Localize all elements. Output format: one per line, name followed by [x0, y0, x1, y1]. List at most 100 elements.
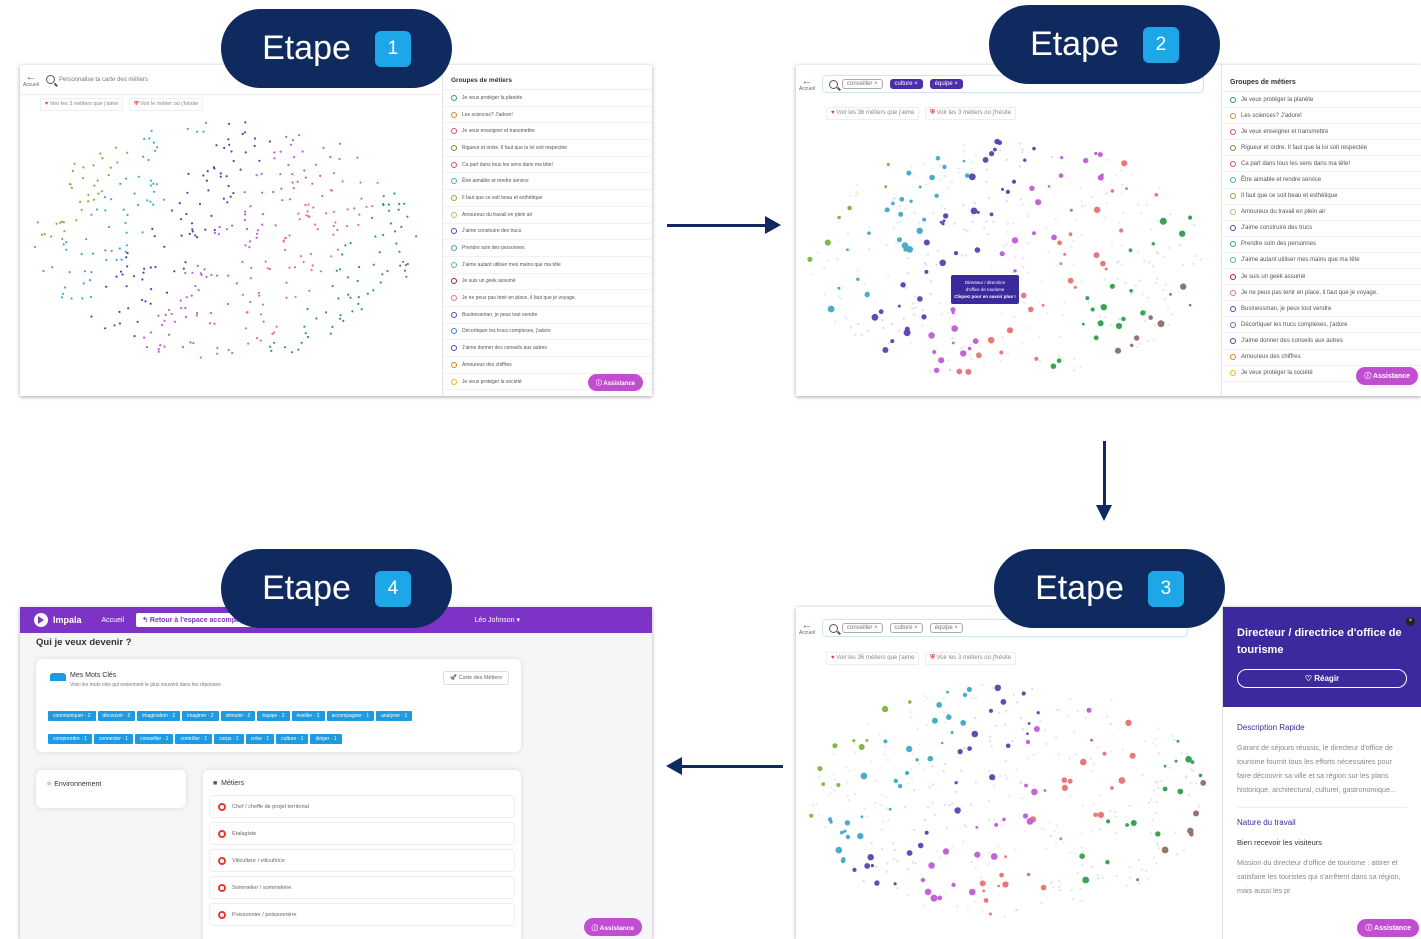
job-dot[interactable] [118, 322, 121, 325]
job-dot[interactable] [253, 144, 256, 148]
keyword-chip[interactable]: créer · 1 [245, 734, 275, 744]
job-dot[interactable] [1152, 339, 1155, 342]
job-dot[interactable] [936, 702, 943, 708]
job-dot[interactable] [973, 201, 976, 205]
job-dot[interactable] [1052, 886, 1055, 889]
job-dot[interactable] [943, 174, 946, 178]
job-dot[interactable] [807, 256, 813, 262]
job-dot[interactable] [1106, 819, 1111, 824]
job-dot[interactable] [1063, 252, 1067, 256]
job-dot[interactable] [1180, 283, 1187, 290]
job-row[interactable]: Viticulteur / viticultrice [209, 849, 515, 872]
job-dot[interactable] [266, 267, 269, 270]
job-dot[interactable] [1068, 232, 1073, 237]
job-dot[interactable] [988, 912, 992, 916]
job-dot[interactable] [1152, 741, 1155, 744]
job-dot[interactable] [81, 297, 84, 300]
job-dot[interactable] [173, 320, 177, 323]
job-dot[interactable] [137, 175, 140, 178]
job-dot[interactable] [1101, 323, 1104, 326]
job-dot[interactable] [959, 347, 963, 350]
job-dot[interactable] [1120, 183, 1124, 187]
job-dot[interactable] [1069, 208, 1073, 212]
job-dot[interactable] [1129, 752, 1136, 759]
job-dot[interactable] [1035, 199, 1042, 206]
job-dot[interactable] [65, 241, 68, 244]
job-dot[interactable] [897, 329, 901, 332]
job-dot[interactable] [1005, 777, 1008, 780]
job-dot[interactable] [338, 268, 342, 271]
job-dot[interactable] [366, 292, 369, 295]
job-dot[interactable] [1097, 152, 1103, 158]
job-dot[interactable] [884, 207, 890, 213]
job-dot[interactable] [1021, 257, 1025, 260]
job-dot[interactable] [1022, 265, 1025, 269]
job-dot[interactable] [258, 159, 261, 162]
job-dot[interactable] [1004, 759, 1007, 763]
job-dot[interactable] [1072, 357, 1076, 360]
job-dot[interactable] [347, 276, 350, 279]
job-dot[interactable] [308, 289, 311, 292]
job-dot[interactable] [856, 269, 859, 272]
job-dot[interactable] [885, 244, 888, 247]
job-dot[interactable] [274, 224, 277, 227]
job-dot[interactable] [209, 312, 213, 315]
job-dot[interactable] [1020, 796, 1023, 800]
job-dot[interactable] [989, 708, 993, 713]
job-dot[interactable] [346, 208, 349, 211]
job-dot[interactable] [154, 265, 157, 269]
job-dot[interactable] [887, 818, 891, 821]
job-dot[interactable] [335, 269, 338, 272]
job-dot[interactable] [372, 289, 375, 292]
job-dot[interactable] [321, 194, 324, 198]
job-dot[interactable] [372, 263, 375, 266]
job-dot[interactable] [87, 193, 90, 197]
job-dot[interactable] [870, 864, 874, 868]
job-dot[interactable] [990, 853, 998, 860]
job-dot[interactable] [863, 807, 866, 810]
job-dot[interactable] [856, 277, 860, 281]
job-dot[interactable] [1151, 242, 1155, 246]
job-dot[interactable] [909, 768, 913, 771]
job-dot[interactable] [87, 200, 90, 203]
job-dot[interactable] [227, 348, 230, 352]
job-dot[interactable] [163, 245, 166, 248]
job-dot[interactable] [228, 122, 231, 125]
job-dot[interactable] [881, 319, 884, 322]
job-dot[interactable] [244, 213, 247, 216]
job-dot[interactable] [1153, 737, 1157, 740]
job-dot[interactable] [393, 192, 396, 195]
job-dot[interactable] [179, 299, 182, 302]
job-dot[interactable] [205, 179, 208, 182]
job-dot[interactable] [994, 822, 999, 827]
job-dot[interactable] [1121, 316, 1126, 322]
job-dot[interactable] [904, 286, 907, 290]
job-dot[interactable] [1091, 770, 1094, 773]
job-dot[interactable] [244, 327, 247, 330]
job-dot[interactable] [1034, 356, 1039, 361]
job-dot[interactable] [1070, 889, 1073, 892]
job-dot[interactable] [905, 770, 910, 776]
job-dot[interactable] [360, 197, 363, 200]
job-dot[interactable] [143, 336, 146, 339]
job-dot[interactable] [1149, 832, 1152, 835]
job-dot[interactable] [1038, 335, 1041, 339]
job-dot[interactable] [1026, 271, 1030, 274]
job-dot[interactable] [1023, 301, 1026, 305]
job-dot[interactable] [219, 172, 222, 175]
keyword-chip[interactable]: communiquer · 2 [48, 711, 96, 721]
job-dot[interactable] [867, 854, 874, 861]
job-dot[interactable] [1076, 871, 1079, 875]
job-dot[interactable] [1058, 886, 1061, 889]
job-dot[interactable] [1068, 757, 1071, 760]
job-dot[interactable] [981, 910, 985, 913]
job-dot[interactable] [256, 232, 259, 235]
job-dot[interactable] [241, 260, 244, 263]
job-dot[interactable] [141, 278, 144, 281]
job-dot[interactable] [1061, 784, 1068, 791]
job-dot[interactable] [940, 204, 943, 208]
job-dot[interactable] [1080, 899, 1083, 902]
job-dot[interactable] [974, 154, 978, 157]
job-dot[interactable] [938, 856, 942, 859]
job-dot[interactable] [157, 348, 160, 351]
